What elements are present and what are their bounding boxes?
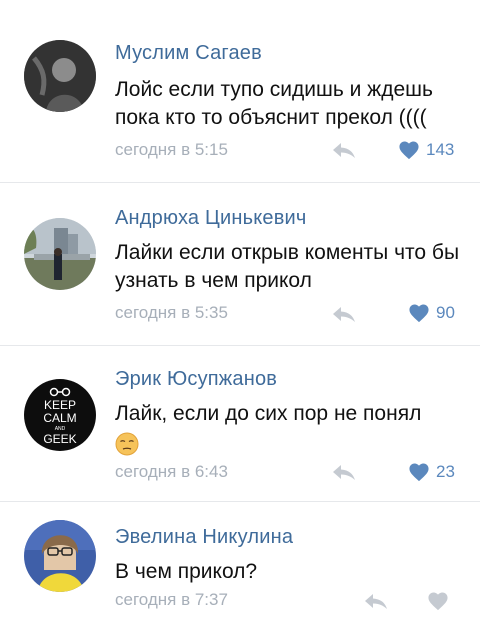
author-name[interactable]: Андрюха Цинькевич — [115, 207, 307, 230]
reply-icon[interactable] — [332, 304, 356, 324]
avatar-text-calm: CALM — [43, 411, 76, 425]
comment-item: Муслим Сагаев Лойс если тупо сидишь и жд… — [0, 0, 480, 182]
heart-icon — [399, 141, 419, 160]
avatar-text-geek: GEEK — [43, 432, 76, 446]
like-button[interactable]: 90 — [408, 302, 455, 324]
reply-icon[interactable] — [364, 591, 388, 611]
comment-text: Лайк, если до сих пор не понял — [115, 402, 422, 425]
reply-icon[interactable] — [332, 140, 356, 160]
author-name[interactable]: Эрик Юсупжанов — [115, 368, 277, 391]
avatar[interactable] — [24, 218, 96, 290]
heart-icon — [409, 463, 429, 482]
avatar[interactable]: KEEP CALM AND GEEK — [24, 379, 96, 451]
comment-text: Лайки если открыв коменты что бы узнать … — [115, 241, 460, 292]
like-button[interactable] — [427, 590, 455, 612]
comment-text: В чем прикол? — [115, 560, 258, 583]
comment-item: Эвелина Никулина В чем прикол? сегодня в… — [0, 501, 480, 629]
avatar-text-keep: KEEP — [44, 398, 76, 412]
author-name[interactable]: Муслим Сагаев — [115, 42, 262, 65]
heart-icon — [409, 304, 429, 323]
author-name[interactable]: Эвелина Никулина — [115, 526, 293, 549]
comment-item: KEEP CALM AND GEEK Эрик Юсупжанов Лайк, … — [0, 345, 480, 501]
like-count: 143 — [426, 140, 455, 159]
unamused-face-icon — [115, 432, 139, 456]
comment-text: Лойс если тупо сидишь и ждешь пока кто т… — [115, 78, 433, 129]
avatar[interactable] — [24, 40, 96, 112]
comment-timestamp: сегодня в 5:15 — [115, 140, 228, 159]
comment-timestamp: сегодня в 7:37 — [115, 590, 228, 609]
like-button[interactable]: 23 — [408, 461, 455, 483]
comment-item: Андрюха Цинькевич Лайки если открыв коме… — [0, 182, 480, 345]
comment-timestamp: сегодня в 5:35 — [115, 303, 228, 322]
avatar[interactable] — [24, 520, 96, 592]
like-count: 90 — [436, 303, 455, 322]
like-button[interactable]: 143 — [398, 139, 454, 161]
comment-timestamp: сегодня в 6:43 — [115, 462, 228, 481]
reply-icon[interactable] — [332, 462, 356, 482]
heart-icon — [428, 592, 448, 611]
like-count: 23 — [436, 462, 455, 481]
